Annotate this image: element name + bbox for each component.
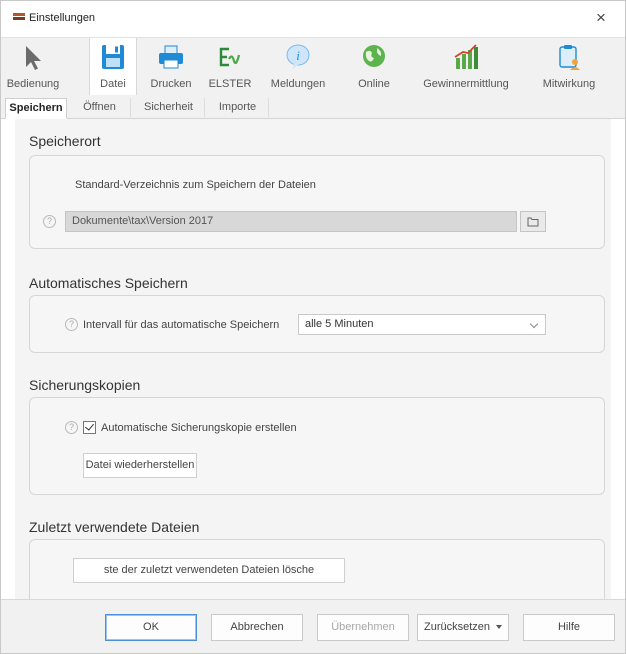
toolbar-item-gewinnermittlung[interactable]: Gewinnermittlung <box>409 38 523 96</box>
section-title-auto-save: Automatisches Speichern <box>29 275 188 291</box>
apply-button[interactable]: Übernehmen <box>317 614 409 641</box>
toolbar-item-drucken[interactable]: Drucken <box>143 38 199 96</box>
toolbar-item-label: Gewinnermittlung <box>423 78 509 90</box>
toolbar-item-label: Datei <box>100 78 126 90</box>
help-icon[interactable]: ? <box>65 318 78 331</box>
auto-save-interval-select[interactable]: alle 5 Minuten <box>298 314 546 335</box>
group-speicherort <box>29 155 605 249</box>
category-toolbar: Bedienung Datei Drucken ELSTER i Meldung… <box>1 37 625 96</box>
auto-backup-label: Automatische Sicherungskopie erstellen <box>101 422 297 434</box>
tab-importe[interactable]: Importe <box>207 98 269 119</box>
close-button[interactable]: × <box>591 8 611 28</box>
toolbar-item-label: ELSTER <box>208 78 252 90</box>
floppy-disk-icon <box>102 45 124 69</box>
toolbar-item-mitwirkung[interactable]: Mitwirkung <box>531 38 607 96</box>
clear-recent-files-button[interactable]: ste der zuletzt verwendeten Dateien lösc… <box>73 558 345 583</box>
toolbar-item-label: Mitwirkung <box>542 78 596 90</box>
tab-sicherheit[interactable]: Sicherheit <box>133 98 205 119</box>
help-icon[interactable]: ? <box>43 215 56 228</box>
restore-file-button[interactable]: Datei wiederherstellen <box>83 453 197 478</box>
folder-icon <box>527 217 539 227</box>
toolbar-item-online[interactable]: Online <box>349 38 399 96</box>
section-title-recent: Zuletzt verwendete Dateien <box>29 519 200 535</box>
printer-icon <box>159 45 183 69</box>
toolbar-item-label: Drucken <box>150 78 192 90</box>
globe-icon <box>363 45 385 67</box>
settings-window: Einstellungen × Bedienung Datei Drucken … <box>0 0 626 654</box>
clipboard-user-icon <box>559 45 580 70</box>
help-button[interactable]: Hilfe <box>523 614 615 641</box>
auto-save-interval-value: alle 5 Minuten <box>305 318 374 330</box>
app-logo-icon <box>13 13 25 23</box>
section-title-backups: Sicherungskopien <box>29 377 141 393</box>
elster-logo-icon <box>219 47 241 67</box>
toolbar-item-meldungen[interactable]: i Meldungen <box>263 38 333 96</box>
toolbar-item-elster[interactable]: ELSTER <box>205 38 255 96</box>
toolbar-item-label: Bedienung <box>6 78 60 90</box>
ok-button[interactable]: OK <box>105 614 197 641</box>
toolbar-item-bedienung[interactable]: Bedienung <box>5 38 61 96</box>
settings-content: Speicherort Standard-Verzeichnis zum Spe… <box>15 119 611 599</box>
chevron-down-icon <box>529 319 539 329</box>
subtab-bar: Speichern Öffnen Sicherheit Importe <box>1 95 625 119</box>
reset-button-label: Zurücksetzen <box>423 621 491 633</box>
auto-backup-checkbox[interactable] <box>83 421 96 434</box>
storage-path-field: Dokumente\tax\Version 2017 <box>65 211 517 232</box>
window-title: Einstellungen <box>29 12 96 24</box>
tab-speichern[interactable]: Speichern <box>5 98 67 119</box>
check-icon <box>85 421 94 431</box>
info-balloon-icon: i <box>286 44 310 69</box>
speicherort-description: Standard-Verzeichnis zum Speichern der D… <box>75 179 316 191</box>
caret-down-icon <box>496 625 503 630</box>
bar-chart-icon <box>454 44 478 69</box>
reset-dropdown-button[interactable]: Zurücksetzen <box>417 614 509 641</box>
cancel-button[interactable]: Abbrechen <box>211 614 303 641</box>
section-title-speicherort: Speicherort <box>29 133 101 149</box>
tab-oeffnen[interactable]: Öffnen <box>69 98 131 119</box>
dialog-footer: OK Abbrechen Übernehmen Zurücksetzen Hil… <box>1 599 625 653</box>
cursor-arrow-icon <box>26 46 41 70</box>
group-backups <box>29 397 605 495</box>
title-bar: Einstellungen × <box>1 1 625 37</box>
browse-folder-button[interactable] <box>520 211 546 232</box>
toolbar-item-datei[interactable]: Datei <box>89 38 137 96</box>
auto-save-interval-label: Intervall für das automatische Speichern <box>83 319 280 331</box>
svg-text:i: i <box>296 48 300 63</box>
toolbar-item-label: Online <box>358 78 390 90</box>
help-icon[interactable]: ? <box>65 421 78 434</box>
toolbar-item-label: Meldungen <box>270 78 326 90</box>
